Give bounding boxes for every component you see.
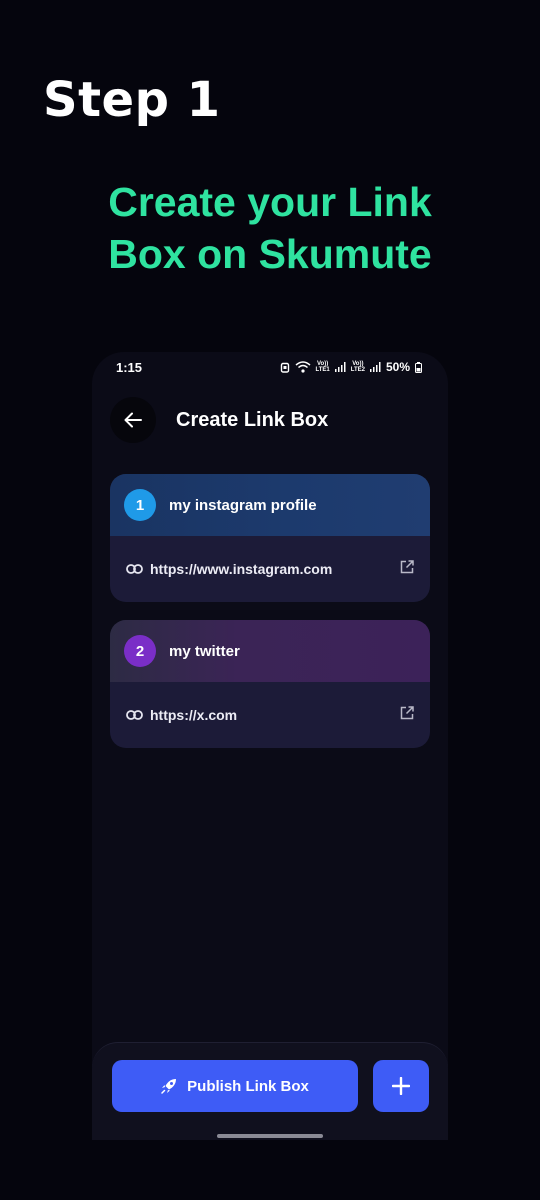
publish-label: Publish Link Box	[187, 1077, 309, 1095]
link-card-header: 2 my twitter	[110, 620, 430, 682]
link-number-badge: 1	[124, 489, 156, 521]
signal-icon-2	[369, 362, 381, 372]
bottom-action-bar: Publish Link Box	[92, 1042, 448, 1140]
link-card-1[interactable]: 1 my instagram profile https://www.insta…	[110, 474, 430, 602]
network-1-sub: LTE1	[315, 367, 330, 373]
step-title: Step 1	[43, 72, 221, 128]
phone-screen: 1:15 Vo)) LTE1 Vo)) LTE2 50% Create Link B…	[92, 352, 448, 1140]
rocket-icon	[161, 1079, 177, 1094]
link-card-header: 1 my instagram profile	[110, 474, 430, 536]
publish-link-box-button[interactable]: Publish Link Box	[112, 1060, 358, 1112]
status-time: 1:15	[116, 360, 143, 375]
wifi-icon	[295, 361, 310, 373]
link-number-badge: 2	[124, 635, 156, 667]
promo-headline: Create your Link Box on Skumute	[108, 179, 432, 277]
home-indicator[interactable]	[217, 1134, 323, 1138]
status-bar: 1:15 Vo)) LTE1 Vo)) LTE2 50%	[92, 352, 448, 382]
back-button[interactable]	[110, 397, 156, 443]
link-name: my instagram profile	[169, 496, 317, 514]
alarm-icon	[280, 362, 289, 373]
battery-percent: 50%	[385, 360, 410, 374]
link-card-2[interactable]: 2 my twitter https://x.com	[110, 620, 430, 748]
signal-icon-1	[334, 362, 346, 372]
link-icon	[126, 710, 143, 720]
arrow-left-icon	[124, 412, 142, 428]
network-label-1: Vo)) LTE1	[316, 361, 330, 373]
network-label-2: Vo)) LTE2	[351, 361, 365, 373]
link-url: https://x.com	[150, 707, 238, 723]
external-link-icon[interactable]	[400, 560, 414, 574]
plus-icon	[392, 1077, 410, 1095]
app-header: Create Link Box	[106, 392, 432, 448]
link-icon	[126, 564, 143, 574]
link-name: my twitter	[169, 642, 240, 660]
link-card-url-row: https://www.instagram.com	[110, 536, 430, 602]
page-title: Create Link Box	[176, 408, 329, 431]
network-2-sub: LTE2	[350, 367, 365, 373]
external-link-icon[interactable]	[400, 706, 414, 720]
link-url: https://www.instagram.com	[150, 561, 333, 577]
add-link-button[interactable]	[373, 1060, 429, 1112]
status-icons: Vo)) LTE1 Vo)) LTE2 50%	[280, 360, 422, 374]
link-card-url-row: https://x.com	[110, 682, 430, 748]
battery-icon	[415, 361, 422, 373]
